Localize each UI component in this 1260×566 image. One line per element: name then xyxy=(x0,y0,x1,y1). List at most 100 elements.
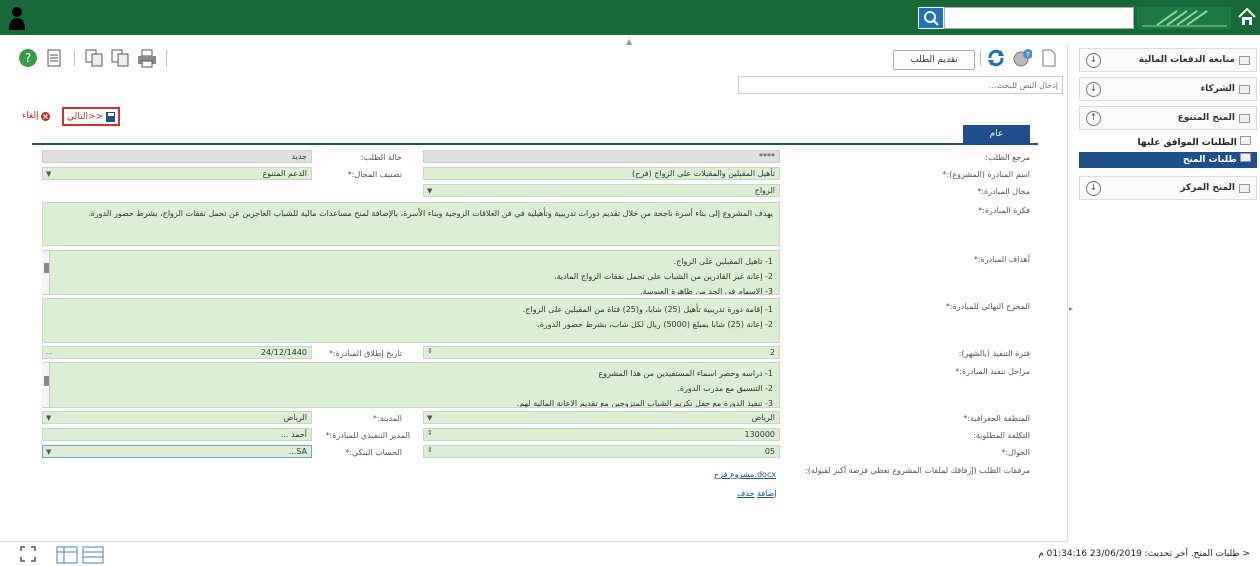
toolbar-separator xyxy=(980,50,981,66)
chevron-down-icon: ▼ xyxy=(46,414,52,422)
manager-field[interactable]: أحمد ... xyxy=(42,428,312,441)
attachment-file-link[interactable]: مشروع فرح.docx xyxy=(714,470,776,479)
sidebar-item-label: الطلبات الموافق عليها xyxy=(1137,138,1237,148)
sidebar-item-diverse-grants[interactable]: المنح المتنوع ↑ xyxy=(1079,106,1257,130)
grid-view-icon[interactable] xyxy=(56,546,78,564)
help-icon[interactable]: ? xyxy=(18,48,38,68)
cost-field[interactable]: 130000 xyxy=(423,428,780,441)
search-button[interactable] xyxy=(918,7,944,29)
toolbar-separator xyxy=(166,50,167,66)
mobile-field[interactable]: 05 xyxy=(423,445,780,458)
launch-date-field[interactable]: 24/12/1440 xyxy=(42,346,312,359)
idea-label: فكرة المبادرة:* xyxy=(978,206,1030,215)
region-select[interactable]: الرياض xyxy=(423,411,780,424)
stages-textarea[interactable]: 1- دراسه وحصر اسماء المستفيدين من هذا ال… xyxy=(42,362,780,408)
sidebar-item-center-grants[interactable]: المنح المركز ↓ xyxy=(1079,176,1257,200)
expand-icon[interactable] xyxy=(20,546,36,562)
stage-item: 1- دراسه وحصر اسماء المستفيدين من هذا ال… xyxy=(598,369,773,378)
chevron-down-icon: ▼ xyxy=(427,414,433,422)
chevron-down-icon: ▼ xyxy=(46,170,52,178)
home-icon[interactable] xyxy=(1238,7,1256,25)
search-icon xyxy=(924,11,939,26)
delete-attachment-link[interactable]: حذف xyxy=(737,489,754,498)
print-icon[interactable] xyxy=(136,48,156,68)
user-icon[interactable] xyxy=(8,6,26,30)
field-select[interactable]: الزواج xyxy=(423,184,780,197)
cancel-icon xyxy=(40,111,50,121)
add-attachment-link[interactable]: إضافة xyxy=(757,489,777,498)
stepper-icon[interactable]: ⇕ xyxy=(427,347,433,355)
stepper-icon[interactable]: ⇕ xyxy=(427,429,433,437)
scrollbar-thumb[interactable] xyxy=(44,263,49,273)
refresh-icon[interactable] xyxy=(986,48,1006,68)
duration-field[interactable]: 2 xyxy=(423,346,780,359)
sidebar-item-label: الشركاء xyxy=(1200,84,1235,94)
list-view-icon[interactable] xyxy=(82,546,104,564)
region-label: المنطقة الجغرافية:* xyxy=(963,414,1030,423)
sidebar-item-partners[interactable]: الشركاء ↓ xyxy=(1079,77,1257,101)
stage-item: 2- التنسيق مع مدرب الدورة. xyxy=(677,384,773,393)
tab-underline xyxy=(32,143,1038,145)
field-label: مجال المبادرة:* xyxy=(977,187,1030,196)
folder-icon xyxy=(1239,183,1250,193)
sidebar-item-grant-requests[interactable]: طلبات المنح xyxy=(1079,152,1257,168)
svg-text:?: ? xyxy=(25,51,31,65)
chevron-down-icon[interactable]: ↓ xyxy=(1086,82,1101,97)
category-select[interactable]: الدعم المتنوع xyxy=(42,167,312,180)
chevron-down-icon[interactable]: ↓ xyxy=(1086,53,1101,68)
city-label: المدينة:* xyxy=(372,414,402,423)
city-select[interactable]: الرياض xyxy=(42,411,312,424)
paste-icon[interactable] xyxy=(110,48,130,68)
folder-icon xyxy=(1239,84,1250,94)
output-label: المخرج النهائي للمبادرة:* xyxy=(945,302,1030,311)
idea-textarea[interactable]: يهدف المشروع إلى بناء أسرة ناجحة من خلال… xyxy=(42,202,780,246)
goal-item: 1- تاهيل المقبلين على الزواج. xyxy=(673,257,773,266)
chevron-down-icon: ▼ xyxy=(46,448,52,456)
category-label: تصنيف المجال:* xyxy=(347,170,402,179)
output-item: 2- إعانة (25) شابا بمبلغ (5000) ريال لكل… xyxy=(537,320,773,329)
cancel-button[interactable]: إلغاء xyxy=(22,111,50,121)
cost-label: التكلفة المطلوبة: xyxy=(973,431,1030,440)
ref-field: **** xyxy=(423,150,780,163)
cancel-label: إلغاء xyxy=(22,111,39,121)
chevron-down-icon: ▼ xyxy=(427,187,433,195)
table-icon xyxy=(1240,136,1251,145)
save-icon xyxy=(106,111,115,122)
mobile-label: الجوال:* xyxy=(1001,448,1030,457)
chevron-down-icon[interactable]: ↓ xyxy=(1086,181,1101,196)
globe-help-icon[interactable]: ? xyxy=(1012,48,1032,68)
submit-request-button[interactable]: تقديم الطلب xyxy=(893,50,975,70)
next-label: التالي>> xyxy=(67,111,104,122)
sidebar-item-payments[interactable]: متابعة الدفعات المالية ↓ xyxy=(1079,48,1257,72)
toolbar-separator xyxy=(74,50,75,66)
ref-label: مرجع الطلب: xyxy=(985,153,1030,162)
svg-text:?: ? xyxy=(1026,51,1030,59)
next-button[interactable]: التالي>> xyxy=(62,107,120,126)
table-icon xyxy=(1240,153,1251,162)
output-item: 1- إقامة دورة تدريبية تأهيل (25) شابا، و… xyxy=(522,305,773,314)
manager-label: المدير التنفيذي للمبادرة:* xyxy=(325,431,411,440)
record-search-input[interactable] xyxy=(738,76,1063,94)
output-textarea[interactable]: 1- إقامة دورة تدريبية تأهيل (25) شابا، و… xyxy=(42,298,780,343)
goals-label: أهداف المبادرة:* xyxy=(973,255,1030,264)
bank-select[interactable]: SA... xyxy=(42,445,312,458)
copy-icon[interactable] xyxy=(84,48,104,68)
bank-label: الحساب البنكي:* xyxy=(345,448,402,457)
goal-item: 3- الإسهام في الحد من ظاهرة العنوسة. xyxy=(640,287,773,295)
document-icon[interactable] xyxy=(44,48,64,68)
tab-general[interactable]: عام xyxy=(963,125,1030,144)
status-bar-text: < طلبات المنح. آخر تحديث: 23/06/2019 01:… xyxy=(1038,549,1250,559)
name-field[interactable]: تأهيل المقبلين والمقبلات على الزواج (فرح… xyxy=(423,167,780,180)
goals-textarea[interactable]: 1- تاهيل المقبلين على الزواج. 2- إعانة غ… xyxy=(42,250,780,295)
new-document-icon[interactable] xyxy=(1040,48,1060,68)
scrollbar-thumb[interactable] xyxy=(44,376,49,386)
calendar-icon[interactable]: ... xyxy=(46,348,53,356)
collapse-sidebar-icon[interactable]: ▸ xyxy=(1069,304,1073,313)
sidebar-item-approved[interactable]: الطلبات الموافق عليها xyxy=(1079,136,1257,148)
stepper-icon[interactable]: ⇕ xyxy=(427,446,433,454)
chevron-up-icon[interactable]: ↑ xyxy=(1086,111,1101,126)
global-search-input[interactable] xyxy=(944,7,1134,29)
folder-icon xyxy=(1239,55,1250,65)
launch-label: تاريخ إطلاق المبادرة:* xyxy=(328,349,402,358)
goal-item: 2- إعانة غير القادرين من الشباب على تحمل… xyxy=(554,272,773,281)
